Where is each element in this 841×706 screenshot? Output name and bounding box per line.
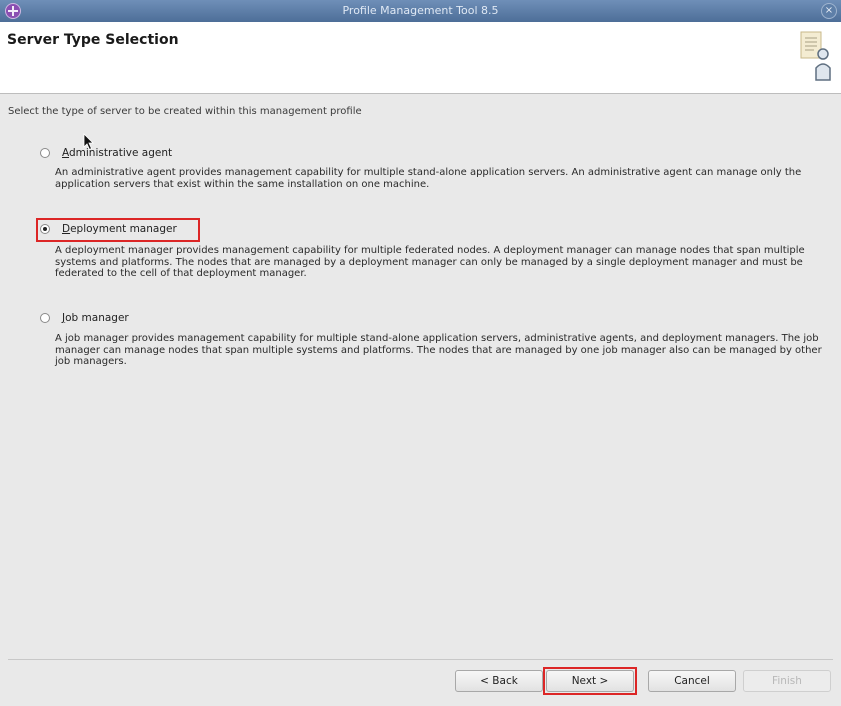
highlight-box	[543, 667, 637, 695]
page-description: Select the type of server to be created …	[8, 106, 362, 117]
back-button[interactable]: < Back	[455, 670, 543, 692]
window-title: Profile Management Tool 8.5	[342, 4, 499, 17]
option-description: A job manager provides management capabi…	[55, 333, 822, 367]
footer-divider	[8, 659, 833, 660]
highlight-box	[36, 218, 200, 242]
finish-button[interactable]: Finish	[743, 670, 831, 692]
radio-button[interactable]	[40, 148, 50, 158]
page-title: Server Type Selection	[7, 32, 179, 48]
option-label: Job manager	[62, 312, 129, 324]
option-label: Administrative agent	[62, 147, 173, 159]
window-titlebar[interactable]: Profile Management Tool 8.5 ×	[0, 0, 841, 22]
document-person-icon	[800, 31, 831, 81]
cancel-button[interactable]: Cancel	[648, 670, 736, 692]
option-description: An administrative agent provides managem…	[55, 167, 802, 190]
option-description: A deployment manager provides management…	[55, 245, 805, 279]
wizard-header: Server Type Selection	[0, 22, 841, 94]
radio-button[interactable]	[40, 313, 50, 323]
close-icon[interactable]: ×	[821, 3, 837, 19]
